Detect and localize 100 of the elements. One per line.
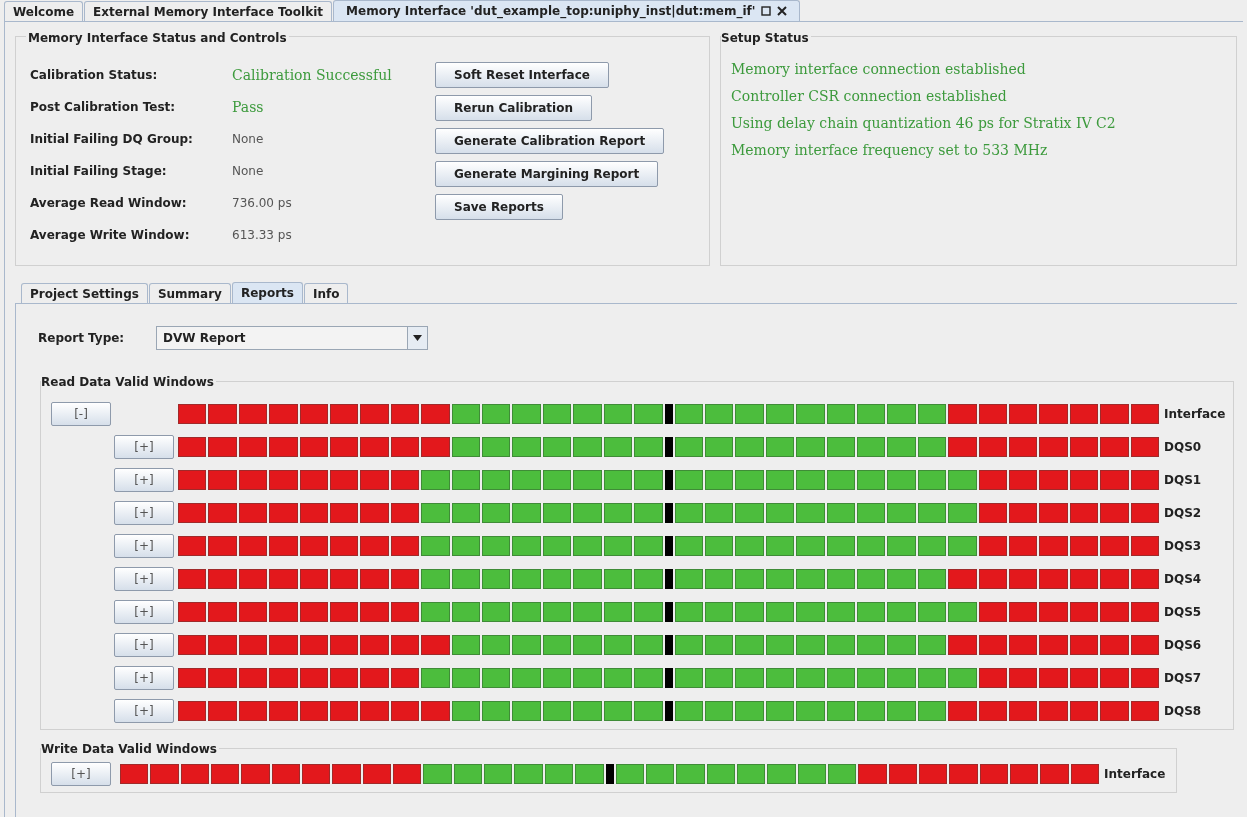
failing-window-cell — [1100, 700, 1129, 721]
passing-window-cell — [542, 700, 572, 721]
passing-window-cell — [856, 535, 886, 556]
caret-icon — [413, 335, 422, 341]
report-type-dropdown[interactable]: DVW Report — [156, 326, 428, 350]
failing-window-cell — [1039, 403, 1068, 424]
passing-window-cell — [735, 502, 764, 523]
passing-window-cell — [826, 700, 855, 721]
failing-window-cell — [178, 601, 207, 622]
expand-toggle-button[interactable]: [+] — [114, 500, 174, 525]
failing-window-cell — [1130, 436, 1159, 457]
passing-window-cell — [573, 403, 602, 424]
failing-window-cell — [178, 535, 207, 556]
passing-window-cell — [796, 568, 825, 589]
passing-window-cell — [603, 436, 633, 457]
passing-window-cell — [796, 700, 825, 721]
expand-toggle-button[interactable]: [+] — [114, 599, 174, 624]
expand-toggle-button[interactable]: [+] — [114, 632, 174, 657]
tab[interactable]: Info — [303, 283, 349, 303]
failing-window-cell — [178, 700, 207, 721]
failing-window-cell — [390, 667, 420, 688]
failing-window-cell — [299, 469, 329, 490]
passing-window-cell — [796, 601, 825, 622]
passing-window-cell — [704, 568, 734, 589]
passing-window-cell — [573, 700, 602, 721]
failing-window-cell — [238, 403, 268, 424]
passing-window-cell — [736, 763, 766, 784]
passing-window-cell — [451, 403, 481, 424]
passing-window-cell — [634, 469, 663, 490]
passing-window-cell — [542, 502, 572, 523]
tab[interactable]: Welcome — [4, 1, 84, 21]
failing-window-cell — [178, 667, 207, 688]
action-button[interactable]: Rerun Calibration — [435, 95, 592, 121]
passing-window-cell — [542, 403, 572, 424]
passing-window-cell — [603, 634, 633, 655]
tab[interactable]: Summary — [148, 283, 231, 303]
passing-window-cell — [948, 469, 977, 490]
expand-toggle-button[interactable]: [+] — [114, 434, 174, 459]
failing-window-cell — [1100, 568, 1129, 589]
failing-window-cell — [238, 601, 268, 622]
tab[interactable]: Memory Interface 'dut_example_top:uniphy_inst|dut:mem_if' — [333, 0, 801, 21]
field-label: Post Calibration Test: — [30, 99, 177, 116]
passing-window-cell — [676, 763, 705, 784]
action-button[interactable]: Generate Margining Report — [435, 161, 659, 187]
failing-window-cell — [1130, 568, 1159, 589]
expand-toggle-button[interactable]: [-] — [51, 401, 111, 426]
action-button[interactable]: Generate Calibration Report — [435, 128, 665, 154]
expand-toggle-button[interactable]: [+] — [114, 665, 174, 690]
action-button[interactable]: Save Reports — [435, 194, 563, 220]
expand-toggle-button[interactable]: [+] — [51, 761, 111, 786]
close-icon[interactable] — [777, 6, 788, 16]
failing-window-cell — [390, 436, 420, 457]
failing-window-cell — [1070, 763, 1099, 784]
failing-window-cell — [1069, 436, 1099, 457]
passing-window-cell — [735, 568, 764, 589]
failing-window-cell — [238, 469, 268, 490]
failing-window-cell — [299, 568, 329, 589]
failing-window-cell — [208, 634, 237, 655]
passing-window-cell — [796, 634, 825, 655]
passing-window-cell — [917, 469, 947, 490]
passing-window-cell — [603, 601, 633, 622]
tab[interactable]: Reports — [231, 282, 303, 303]
center-marker — [664, 502, 673, 523]
row-label: DQS1 — [1164, 471, 1202, 489]
passing-window-cell — [451, 535, 481, 556]
passing-window-cell — [512, 634, 541, 655]
field-label: Average Write Window: — [30, 227, 191, 244]
passing-window-cell — [765, 535, 795, 556]
passing-window-cell — [542, 436, 572, 457]
failing-window-cell — [1100, 601, 1129, 622]
failing-window-cell — [1008, 403, 1038, 424]
passing-window-cell — [484, 763, 513, 784]
passing-window-cell — [575, 763, 604, 784]
tab[interactable]: External Memory Interface Toolkit — [84, 1, 333, 21]
passing-window-cell — [674, 502, 703, 523]
action-button[interactable]: Soft Reset Interface — [435, 62, 609, 88]
failing-window-cell — [390, 700, 420, 721]
tab[interactable]: Project Settings — [21, 283, 148, 303]
passing-window-cell — [634, 403, 663, 424]
failing-window-cell — [1100, 403, 1129, 424]
passing-window-cell — [765, 601, 795, 622]
passing-window-cell — [826, 436, 855, 457]
row-label: DQS3 — [1164, 537, 1202, 555]
expand-toggle-button[interactable]: [+] — [114, 698, 174, 723]
expand-toggle-button[interactable]: [+] — [114, 566, 174, 591]
failing-window-cell — [1008, 502, 1038, 523]
maximize-icon[interactable] — [761, 6, 772, 16]
failing-window-cell — [360, 469, 389, 490]
failing-window-cell — [299, 667, 329, 688]
passing-window-cell — [674, 469, 703, 490]
failing-window-cell — [299, 700, 329, 721]
expand-toggle-button[interactable]: [+] — [114, 467, 174, 492]
failing-window-cell — [302, 763, 331, 784]
failing-window-cell — [393, 763, 422, 784]
passing-window-cell — [512, 502, 541, 523]
passing-window-cell — [704, 667, 734, 688]
failing-window-cell — [211, 763, 240, 784]
expand-toggle-button[interactable]: [+] — [114, 533, 174, 558]
failing-window-cell — [1069, 502, 1099, 523]
passing-window-cell — [512, 601, 541, 622]
